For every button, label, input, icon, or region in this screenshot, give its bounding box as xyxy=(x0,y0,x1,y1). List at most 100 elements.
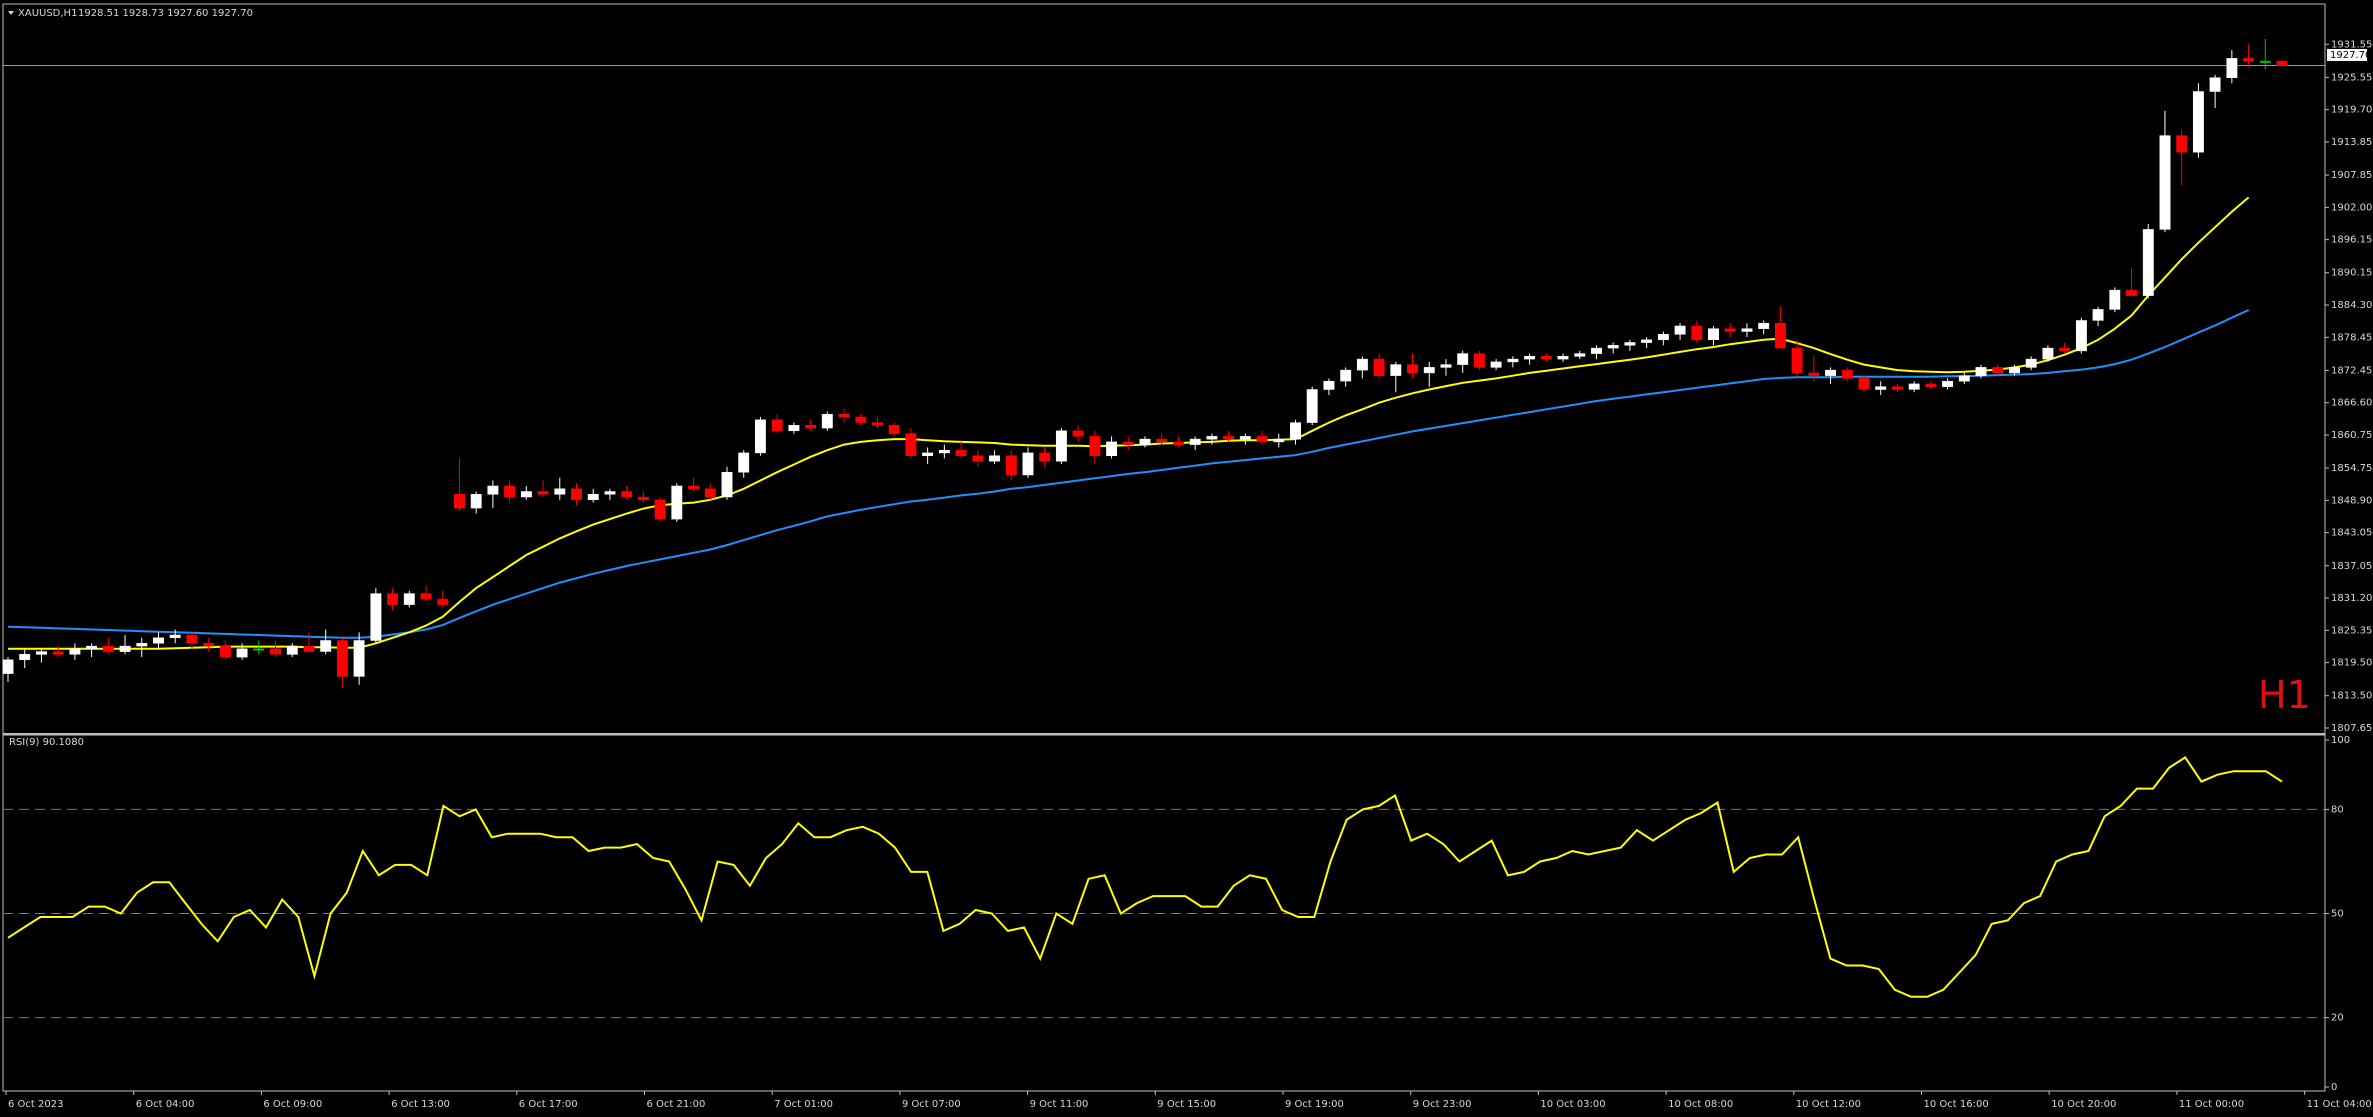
rsi-tick-label: 100 xyxy=(2331,735,2350,746)
candle xyxy=(1624,342,1636,346)
candle xyxy=(771,419,783,432)
price-tick-label: 1843.05 xyxy=(2331,528,2372,539)
candle xyxy=(637,496,649,501)
candle xyxy=(1524,356,1536,360)
candle xyxy=(2192,91,2204,153)
candle xyxy=(1908,383,1920,390)
candle xyxy=(69,648,81,655)
candle xyxy=(2092,309,2104,321)
candle xyxy=(1641,339,1653,343)
candle xyxy=(1306,389,1318,423)
candle xyxy=(888,425,900,434)
candle xyxy=(1356,358,1368,371)
chart-window[interactable]: 1931.55 1925.55 1919.70 1913.85 1907.85 1902.… xyxy=(0,0,2373,1117)
candle xyxy=(1122,441,1134,445)
time-tick-label: 10 Oct 08:00 xyxy=(1668,1099,1733,1110)
candle xyxy=(420,593,432,600)
candle xyxy=(504,485,516,498)
candle xyxy=(403,593,415,605)
timeframe-label: H1 xyxy=(2258,673,2311,717)
time-tick-label: 10 Oct 20:00 xyxy=(2051,1099,2116,1110)
candle xyxy=(1708,328,1719,340)
candle xyxy=(1958,375,1970,382)
candle xyxy=(989,455,1000,462)
candle xyxy=(1340,369,1352,382)
candle xyxy=(253,648,265,651)
candle xyxy=(1490,361,1502,368)
candle xyxy=(1507,358,1519,363)
candle xyxy=(186,634,198,644)
candle xyxy=(1808,372,1820,376)
candle xyxy=(470,494,482,509)
price-tick-label: 1825.35 xyxy=(2331,625,2372,636)
candle xyxy=(2042,347,2054,360)
candle xyxy=(1173,441,1184,445)
candle xyxy=(571,488,582,501)
dropdown-arrow-icon[interactable] xyxy=(8,11,14,15)
candle xyxy=(119,645,131,652)
candle xyxy=(1691,325,1703,341)
candle xyxy=(2,659,14,674)
time-tick-label: 6 Oct 13:00 xyxy=(391,1099,450,1110)
candle xyxy=(2009,367,2020,374)
rsi-line xyxy=(7,756,2283,998)
candle xyxy=(303,645,315,652)
candle xyxy=(1540,356,1552,360)
candle xyxy=(1774,322,1786,349)
price-tick-label: 1854.75 xyxy=(2331,463,2372,474)
candle xyxy=(286,645,298,655)
candle xyxy=(2109,289,2121,310)
candle xyxy=(1791,347,1803,374)
candle xyxy=(387,593,399,605)
candle xyxy=(2209,77,2221,92)
candle xyxy=(1825,369,1837,376)
candle xyxy=(1373,358,1385,376)
candle xyxy=(654,499,666,520)
candle xyxy=(1407,364,1418,374)
price-tick-label: 1813.50 xyxy=(2331,691,2372,702)
price-tick-label: 1807.65 xyxy=(2331,723,2372,734)
time-tick-label: 11 Oct 00:00 xyxy=(2179,1099,2244,1110)
price-tick-label: 1913.85 xyxy=(2331,137,2372,148)
candle xyxy=(2243,58,2255,62)
candle xyxy=(671,485,683,520)
candle xyxy=(353,640,365,677)
candle xyxy=(1925,383,1937,387)
candle xyxy=(704,488,716,498)
candle xyxy=(805,425,817,429)
candle xyxy=(1674,325,1686,335)
candle xyxy=(270,648,281,655)
candle xyxy=(1156,438,1168,443)
candle xyxy=(1239,436,1251,440)
time-tick-label: 7 Oct 01:00 xyxy=(774,1099,833,1110)
candle xyxy=(219,645,231,658)
candle xyxy=(1290,422,1301,440)
candle xyxy=(1557,356,1569,360)
candle xyxy=(1858,378,1870,390)
candle xyxy=(86,645,98,650)
candle xyxy=(1758,322,1770,329)
price-tick-label: 1907.85 xyxy=(2331,170,2372,181)
candle xyxy=(855,416,867,423)
candle xyxy=(1473,353,1485,368)
candle xyxy=(1022,452,1034,476)
chart-canvas[interactable]: 1931.55 1925.55 1919.70 1913.85 1907.85 1902.… xyxy=(0,0,2373,1117)
price-tick-label: 1831.20 xyxy=(2331,593,2372,604)
time-tick-label: 6 Oct 2023 xyxy=(8,1099,63,1110)
price-tick-label: 1902.00 xyxy=(2331,202,2372,213)
candle xyxy=(1724,328,1736,332)
candle xyxy=(1607,345,1619,349)
candle xyxy=(1390,364,1402,376)
candle xyxy=(2226,58,2238,78)
candle xyxy=(1875,386,1887,390)
candle xyxy=(1039,452,1051,462)
candle xyxy=(1591,347,1602,354)
time-tick-label: 11 Oct 04:00 xyxy=(2307,1099,2372,1110)
candle xyxy=(1841,369,1853,379)
time-tick-label: 9 Oct 19:00 xyxy=(1285,1099,1344,1110)
candle xyxy=(754,419,766,454)
price-tick-label: 1890.15 xyxy=(2331,268,2372,279)
candle xyxy=(236,648,248,658)
time-tick-label: 9 Oct 15:00 xyxy=(1157,1099,1216,1110)
candle xyxy=(821,414,833,429)
